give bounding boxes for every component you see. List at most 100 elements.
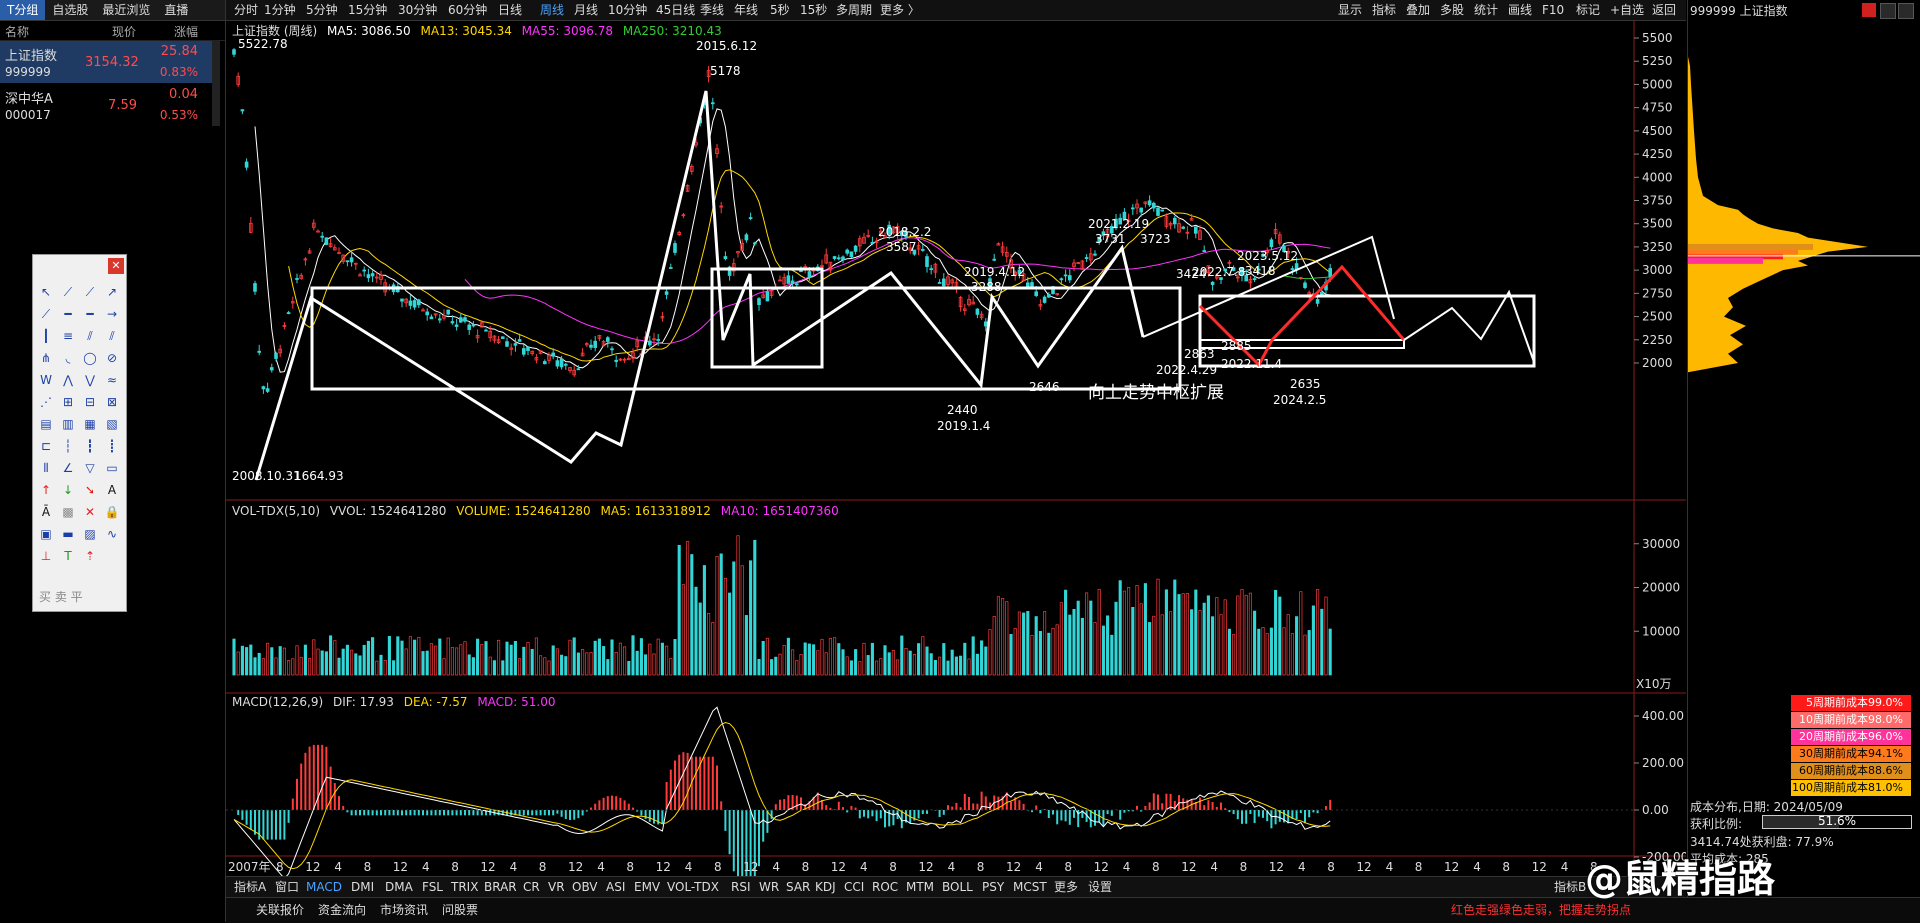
fib-ext-icon[interactable]: ▥ <box>59 415 77 433</box>
line-segment-icon[interactable]: ⟋ <box>59 283 77 301</box>
tab-indicator[interactable]: BOLL <box>942 877 973 897</box>
band-icon[interactable]: ▬ <box>59 525 77 543</box>
mosaic-icon[interactable]: ▩ <box>59 503 77 521</box>
stock-row[interactable]: 深中华A 000017 7.59 0.04 0.53% <box>0 84 212 126</box>
triangle-icon[interactable]: ▽ <box>81 459 99 477</box>
tab-indicator[interactable]: DMA <box>385 877 413 897</box>
chevron-down-icon[interactable] <box>1898 3 1914 19</box>
buy-mark-icon[interactable]: ⊥ <box>37 547 55 565</box>
tab-period[interactable]: 分时 <box>234 0 258 20</box>
text-icon[interactable]: A <box>103 481 121 499</box>
chart-canvas[interactable]: 5522.78 2008.10.311664.93 2015.6.12 5178 201… <box>226 20 1686 876</box>
text-box-icon[interactable]: Ā <box>37 503 55 521</box>
tab-period-active[interactable]: 周线 <box>540 0 564 20</box>
tab-indicator[interactable]: OBV <box>572 877 598 897</box>
tab-indicator[interactable]: RSI <box>731 877 751 897</box>
toolbar-add-watch[interactable]: +自选 <box>1610 0 1644 20</box>
header-price[interactable]: 现价 <box>112 23 136 40</box>
fan-icon[interactable]: ⋰ <box>37 393 55 411</box>
toolbar-stats[interactable]: 统计 <box>1474 0 1498 20</box>
list-scrollbar[interactable] <box>212 41 220 126</box>
gann-box-icon[interactable]: ⊟ <box>81 393 99 411</box>
circle-icon[interactable]: ◯ <box>81 349 99 367</box>
fib-arc-icon[interactable]: ▧ <box>103 415 121 433</box>
image-icon[interactable]: ▨ <box>81 525 99 543</box>
tab-indicator[interactable]: CCI <box>844 877 864 897</box>
toolbar-draw[interactable]: 画线 <box>1508 0 1532 20</box>
down-arrow-icon[interactable]: ↓ <box>59 481 77 499</box>
channel-icon[interactable]: ⫽ <box>103 327 121 345</box>
wave-icon[interactable]: W <box>37 371 55 389</box>
tab-indicator[interactable]: EMV <box>634 877 660 897</box>
tab-indicator[interactable]: CR <box>523 877 540 897</box>
tab-period[interactable]: 15秒 <box>800 0 827 20</box>
tab-period[interactable]: 多周期 <box>836 0 872 20</box>
tab-indicator-b[interactable]: 指标B <box>1554 877 1586 897</box>
time-zone-icon[interactable]: ┆ <box>59 437 77 455</box>
vertical-line-icon[interactable]: ┃ <box>37 327 55 345</box>
arrow-tool-icon[interactable]: ➘ <box>81 481 99 499</box>
tab-indicator[interactable]: MCST <box>1013 877 1047 897</box>
toolbar-mark[interactable]: 标记 <box>1576 0 1600 20</box>
no-icon[interactable]: ⊘ <box>103 349 121 367</box>
fib-time-icon[interactable]: ┇ <box>81 437 99 455</box>
tab-recent[interactable]: 最近浏览 <box>95 0 157 20</box>
tab-period[interactable]: 45日线 <box>656 0 695 20</box>
tab-indicator[interactable]: MTM <box>906 877 934 897</box>
tab-period[interactable]: 1分钟 <box>264 0 296 20</box>
tab-indicator[interactable]: ROC <box>872 877 898 897</box>
tab-indicator[interactable]: ASI <box>606 877 625 897</box>
delete-icon[interactable]: ✕ <box>81 503 99 521</box>
tab-settings[interactable]: 设置 <box>1088 877 1112 897</box>
numbered-line-icon[interactable]: ≡ <box>59 327 77 345</box>
settings-icon[interactable] <box>1880 3 1896 19</box>
straight-line-icon[interactable]: ⟋ <box>37 305 55 323</box>
parallel-lines-icon[interactable]: ⫽ <box>81 327 99 345</box>
fork-icon[interactable]: ⋔ <box>37 349 55 367</box>
tab-indicator-active[interactable]: MACD <box>306 877 342 897</box>
flag-icon[interactable]: ⇡ <box>81 547 99 565</box>
tab-period[interactable]: 30分钟 <box>398 0 437 20</box>
status-tab-news[interactable]: 市场资讯 <box>380 901 428 920</box>
frame-icon[interactable]: ▣ <box>37 525 55 543</box>
tab-period[interactable]: 5秒 <box>770 0 790 20</box>
toolbar-f10[interactable]: F10 <box>1542 0 1564 20</box>
cycle-icon[interactable]: ⊏ <box>37 437 55 455</box>
tab-indicator[interactable]: WR <box>759 877 779 897</box>
tab-period[interactable]: 月线 <box>574 0 598 20</box>
tab-live[interactable]: 直播 <box>157 0 195 20</box>
tab-period[interactable]: 10分钟 <box>608 0 647 20</box>
fib-icon[interactable]: ▤ <box>37 415 55 433</box>
horizontal-ray-icon[interactable]: ━ <box>81 305 99 323</box>
ray-icon[interactable]: ↗ <box>103 283 121 301</box>
tab-period[interactable]: 季线 <box>700 0 724 20</box>
status-tab-ask[interactable]: 问股票 <box>442 901 478 920</box>
sell-mark-icon[interactable]: T <box>59 547 77 565</box>
gann-fan-icon[interactable]: ⊞ <box>59 393 77 411</box>
status-tab-capital-flow[interactable]: 资金流向 <box>318 901 366 920</box>
pattern-icon[interactable]: ≈ <box>103 371 121 389</box>
tab-period-more[interactable]: 更多 〉 <box>880 0 920 20</box>
stock-row-selected[interactable]: 上证指数 999999 3154.32 25.84 0.83% <box>0 41 212 83</box>
header-change[interactable]: 涨幅 <box>174 23 198 40</box>
header-name[interactable]: 名称 <box>5 23 29 40</box>
fib-fan-icon[interactable]: ▦ <box>81 415 99 433</box>
kline-chart-area[interactable]: 上证指数 (周线) MA5: 3086.50 MA13: 3045.34 MA5… <box>226 20 1686 896</box>
toolbar-multi[interactable]: 多股 <box>1440 0 1464 20</box>
tab-indicator[interactable]: KDJ <box>815 877 836 897</box>
tab-t-group[interactable]: T分组 <box>0 0 46 20</box>
line-icon[interactable]: ⟋ <box>81 283 99 301</box>
tab-period[interactable]: 日线 <box>498 0 522 20</box>
gann-grid-icon[interactable]: ⊠ <box>103 393 121 411</box>
lock-icon[interactable]: 🔒 <box>103 503 121 521</box>
tab-indicator[interactable]: 指标A <box>234 877 266 897</box>
close-icon[interactable]: ✕ <box>108 258 124 274</box>
tab-indicator[interactable]: VR <box>548 877 565 897</box>
arc-icon[interactable]: ◟ <box>59 349 77 367</box>
tab-indicator[interactable]: SAR <box>786 877 810 897</box>
toolbar-indicator[interactable]: 指标 <box>1372 0 1396 20</box>
status-tab-quotes[interactable]: 关联报价 <box>256 901 304 920</box>
speed-line-icon[interactable]: ⦀ <box>37 459 55 477</box>
flag-icon[interactable] <box>1862 3 1876 17</box>
tab-period[interactable]: 年线 <box>734 0 758 20</box>
